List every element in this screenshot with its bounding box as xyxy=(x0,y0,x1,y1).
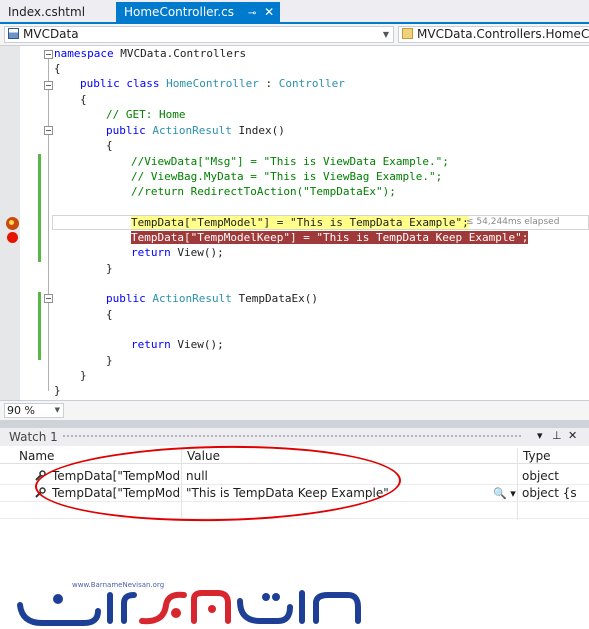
close-tab-icon[interactable]: ✕ xyxy=(264,2,274,22)
collapse-class-icon[interactable] xyxy=(44,81,53,90)
code-line: //return RedirectToAction("TempDataEx"); xyxy=(131,185,396,198)
code-editor[interactable]: namespace MVCData.Controllers { public c… xyxy=(0,46,589,400)
column-header-type[interactable]: Type xyxy=(523,449,551,463)
code-line: { xyxy=(54,62,61,75)
outline-guide xyxy=(48,58,49,391)
code-line: { xyxy=(106,139,113,152)
zoom-level: 90 % xyxy=(7,404,35,417)
editor-status-bar: 90 % ▼ xyxy=(0,400,589,420)
project-dropdown[interactable]: MVCData ▼ xyxy=(4,26,394,43)
code-line: } xyxy=(80,369,87,382)
collapse-index-method-icon[interactable] xyxy=(44,126,53,135)
code-line: return View(); xyxy=(131,246,224,259)
breakpoint-current-statement-icon[interactable] xyxy=(6,217,19,230)
navigation-bar: MVCData ▼ MVCData.Controllers.HomeContro… xyxy=(0,24,589,46)
watch-title: Watch 1 xyxy=(9,430,58,444)
collapse-namespace-icon[interactable] xyxy=(44,50,53,59)
project-label: MVCData xyxy=(23,27,79,41)
code-line: //ViewData["Msg"] = "This is ViewData Ex… xyxy=(131,155,449,168)
type-label: MVCData.Controllers.HomeController xyxy=(417,27,589,41)
document-tab-strip: Index.cshtml HomeController.cs ⊸ ✕ xyxy=(0,0,589,24)
code-line: public class HomeController : Controller xyxy=(80,77,345,90)
tab-index-cshtml[interactable]: Index.cshtml xyxy=(0,2,93,22)
perf-tip-elapsed[interactable]: ≤ 54,244ms elapsed xyxy=(466,217,559,227)
visualizer-search-icon[interactable]: 🔍 ▾ xyxy=(493,487,516,500)
tab-homecontroller-label: HomeController.cs xyxy=(124,5,235,19)
type-dropdown[interactable]: MVCData.Controllers.HomeController xyxy=(398,26,589,43)
current-statement-line: TempData["TempModel"] = "This is TempDat… xyxy=(131,216,469,229)
chevron-down-icon: ▼ xyxy=(382,30,389,39)
code-line: // ViewBag.MyData = "This is ViewBag Exa… xyxy=(131,170,443,183)
chevron-down-icon: ▼ xyxy=(54,406,60,414)
code-line: return View(); xyxy=(131,338,224,351)
watch-row-type: object {s xyxy=(522,486,577,500)
tab-homecontroller-cs[interactable]: HomeController.cs ⊸ ✕ xyxy=(116,2,281,24)
zoom-dropdown[interactable]: 90 % ▼ xyxy=(4,403,64,418)
watch-title-bar: Watch 1 ▾ ⊥ ✕ xyxy=(0,428,589,446)
pin-window-icon[interactable]: ⊥ xyxy=(552,429,562,442)
pane-splitter[interactable] xyxy=(0,420,589,428)
site-logo: www.BarnameNevisan.org xyxy=(0,578,589,629)
change-tracking-bar xyxy=(38,292,41,360)
code-line: { xyxy=(80,93,87,106)
code-line: namespace MVCData.Controllers xyxy=(54,47,247,60)
tab-index-cshtml-label: Index.cshtml xyxy=(8,5,86,19)
class-icon xyxy=(402,28,413,39)
column-header-name[interactable]: Name xyxy=(19,449,54,463)
close-window-icon[interactable]: ✕ xyxy=(568,429,577,442)
code-line: public ActionResult TempDataEx() xyxy=(106,292,318,305)
watch-row-type: object xyxy=(522,469,559,483)
pin-tab-icon[interactable]: ⊸ xyxy=(248,4,256,24)
collapse-tempdataex-method-icon[interactable] xyxy=(44,294,53,303)
code-line: } xyxy=(106,262,113,275)
code-line: } xyxy=(54,384,61,397)
title-grip[interactable] xyxy=(62,434,522,439)
change-tracking-bar xyxy=(38,154,41,262)
breakpoint-line: TempData["TempModelKeep"] = "This is Tem… xyxy=(131,231,529,244)
barnamenevisan-logo-icon xyxy=(17,590,361,626)
code-line: // GET: Home xyxy=(106,108,186,121)
breakpoint-icon[interactable] xyxy=(7,232,18,243)
window-menu-dropdown-icon[interactable]: ▾ xyxy=(537,429,543,442)
code-line: public ActionResult Index() xyxy=(106,124,285,137)
code-line: { xyxy=(106,308,113,321)
csharp-project-icon xyxy=(8,28,19,39)
code-line: } xyxy=(106,354,113,367)
